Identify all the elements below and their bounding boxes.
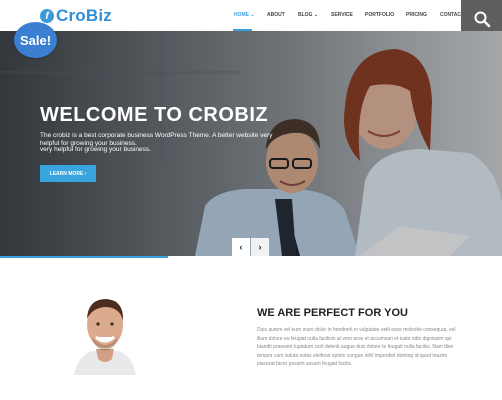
- logo-text: CroBiz: [56, 6, 112, 25]
- slider-prev-button[interactable]: ‹: [232, 238, 250, 256]
- nav-about[interactable]: ABOUT: [267, 12, 285, 18]
- sale-badge: Sale!: [14, 22, 57, 58]
- search-icon: [474, 11, 490, 28]
- slider-controls: ‹ ›: [232, 238, 269, 256]
- nav-blog[interactable]: BLOG ⌄: [298, 12, 318, 18]
- about-title: WE ARE PERFECT FOR YOU: [257, 307, 408, 319]
- site-logo[interactable]: f CroBiz: [40, 6, 112, 26]
- nav-service[interactable]: SERVICE: [331, 12, 353, 18]
- nav-home[interactable]: HOME ⌄: [234, 12, 255, 18]
- nav-pricing[interactable]: PRICING: [406, 12, 427, 18]
- slider-next-button[interactable]: ›: [251, 238, 269, 256]
- about-person-photo: [70, 293, 140, 375]
- about-text: Duis autem vel eum iriure dolor in hendr…: [257, 327, 456, 367]
- hero-slider: WELCOME TO CROBIZ The crobiz is a best c…: [0, 31, 502, 256]
- hero-title: WELCOME TO CROBIZ: [40, 104, 269, 126]
- learn-more-button[interactable]: LEARN MORE ›: [40, 165, 96, 182]
- nav-portfolio[interactable]: PORTFOLIO: [365, 12, 394, 18]
- logo-icon: f: [40, 9, 54, 23]
- hero-description-repeat: very helpful for growing your business.: [40, 146, 151, 153]
- slider-progress: [0, 256, 168, 258]
- site-header: f CroBiz HOME ⌄ ABOUT BLOG ⌄ SERVICE POR…: [0, 0, 502, 32]
- hero-description: The crobiz is a best corporate business …: [40, 132, 273, 147]
